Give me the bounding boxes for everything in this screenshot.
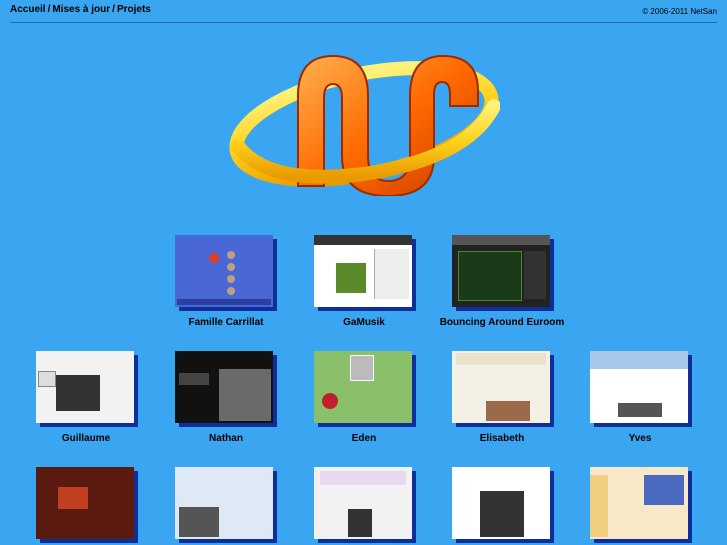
top-bar: Accueil / Mises à jour / Projets © 2006-…: [0, 0, 727, 22]
project-thumbnail-famille-carrillat[interactable]: [175, 235, 273, 307]
breadcrumb-nav: Accueil / Mises à jour / Projets: [10, 4, 151, 15]
project-label[interactable]: Guillaume: [6, 433, 166, 444]
nav-separator: /: [47, 4, 51, 15]
project-thumbnail-eden[interactable]: [314, 351, 412, 423]
project-thumbnail[interactable]: [175, 467, 273, 539]
project-label[interactable]: Bouncing Around Euroom: [422, 317, 582, 328]
project-thumbnail-elisabeth[interactable]: [452, 351, 550, 423]
project-label[interactable]: Yves: [560, 433, 720, 444]
project-thumbnail[interactable]: [590, 467, 688, 539]
project-thumbnail-bouncing-around-euroom[interactable]: [452, 235, 550, 307]
project-thumbnail[interactable]: [36, 467, 134, 539]
netsan-logo-icon: [229, 54, 500, 196]
project-label[interactable]: Nathan: [146, 433, 306, 444]
project-thumbnail-nathan[interactable]: [175, 351, 273, 423]
nav-separator: /: [112, 4, 115, 15]
project-thumbnail-yves[interactable]: [590, 351, 688, 423]
nav-link-home[interactable]: Accueil: [10, 4, 46, 15]
project-label[interactable]: Elisabeth: [422, 433, 582, 444]
project-label[interactable]: Famille Carrillat: [146, 317, 306, 328]
project-thumbnail-gamusik[interactable]: [314, 235, 412, 307]
copyright-text: © 2006-2011 NetSan: [642, 7, 717, 16]
project-thumbnail[interactable]: [314, 467, 412, 539]
header-divider: [10, 22, 717, 23]
project-label[interactable]: GaMusik: [284, 317, 444, 328]
nav-link-updates[interactable]: Mises à jour: [52, 4, 110, 15]
project-label[interactable]: Eden: [284, 433, 444, 444]
project-thumbnail-guillaume[interactable]: [36, 351, 134, 423]
nav-link-projects[interactable]: Projets: [117, 4, 151, 15]
project-thumbnail[interactable]: [452, 467, 550, 539]
